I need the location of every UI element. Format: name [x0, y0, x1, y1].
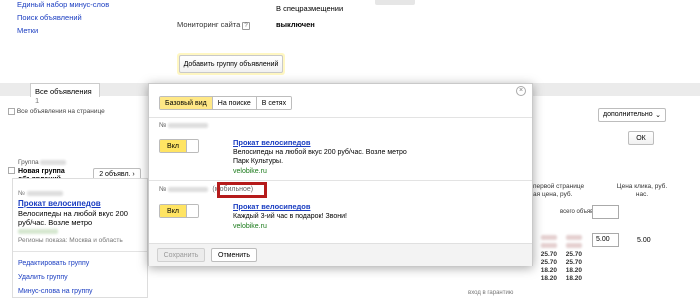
col-header-bid: Цена клика, руб. нас.	[612, 183, 672, 199]
card-num-prefix: №	[18, 190, 25, 197]
bid-b-2: 25.70	[565, 259, 582, 266]
bid-b-grey1	[562, 235, 582, 243]
card-num-redacted	[26, 190, 63, 196]
ads-preview-modal: × Базовый вид На поиске В сетях № Вкл Пр…	[148, 83, 533, 266]
bid-b-grey2	[562, 243, 582, 251]
ad1-number: №	[159, 122, 209, 129]
close-icon[interactable]: ×	[516, 86, 526, 96]
bid-b-3: 18.20	[565, 267, 582, 274]
select-all-label: Все объявления на странице	[16, 108, 105, 116]
top-right-button[interactable]	[375, 0, 415, 5]
tab-in-networks[interactable]: В сетях	[256, 97, 292, 109]
ok-button[interactable]: ОК	[628, 131, 654, 145]
ad2-url: velobike.ru	[233, 223, 267, 230]
bid-a-1: 25.70	[540, 251, 557, 258]
card-ad-text: Велосипеды на любой вкус 200 руб/час. Во…	[18, 209, 128, 227]
placement-text: В спецразмещении	[276, 4, 344, 13]
monitoring-label-text: Мониторинг сайта	[177, 20, 241, 29]
modal-divider-mid	[149, 180, 532, 181]
monitoring-label: Мониторинг сайта ?	[177, 20, 250, 30]
ad1-toggle-on: Вкл	[160, 140, 186, 152]
group-label: Группа	[18, 159, 39, 166]
ad2-toggle-on: Вкл	[160, 205, 186, 217]
edit-group-link[interactable]: Редактировать группу	[18, 260, 89, 267]
ad2-number-prefix: №	[159, 186, 167, 193]
group-row	[8, 167, 15, 174]
bid-b-4: 18.20	[565, 275, 582, 282]
col-header-position: первой странице ая цена, руб.	[533, 183, 599, 199]
bid-a-3: 18.20	[540, 267, 557, 274]
more-dropdown-label: дополнительно	[603, 111, 653, 118]
card-divider	[13, 251, 147, 252]
card-ad-title[interactable]: Прокат велосипедов	[18, 199, 101, 208]
col-header-bid-line1: Цена клика, руб.	[616, 183, 668, 190]
add-group-highlight: Добавить группу объявлений	[177, 53, 285, 75]
bid-b-1: 25.70	[565, 251, 582, 258]
ad2-title[interactable]: Прокат велосипедов	[233, 202, 311, 211]
ad-bid-input[interactable]: 5.00	[592, 233, 619, 247]
card-num: №	[18, 190, 63, 197]
ad2-toggle[interactable]: Вкл	[159, 204, 199, 218]
ad2-text: Каждый 3-ий час в подарок! Звони!	[233, 213, 347, 220]
col-header-position-line2: ая цена, руб.	[533, 191, 573, 198]
link-search-ads[interactable]: Поиск объявлений	[17, 13, 82, 22]
group-id-redacted	[40, 159, 67, 165]
bottom-guarantee-text: вход в гарантию	[468, 290, 514, 296]
save-button[interactable]: Сохранить	[157, 248, 205, 262]
monitoring-value: выключен	[276, 20, 315, 29]
ad1-number-redacted	[168, 122, 209, 128]
tab-all-ads-count: 1	[35, 96, 40, 105]
group-label-row: Группа	[18, 159, 67, 166]
card-regions: Регионы показа: Москва и область	[18, 237, 123, 244]
select-all-row[interactable]: Все объявления на странице	[8, 108, 105, 115]
group-minus-words-link[interactable]: Минус-слова на группу	[18, 288, 93, 295]
modal-footer: Сохранить Отменить	[149, 243, 532, 266]
ad1-text: Велосипеды на любой вкус 200 руб/час. Во…	[233, 149, 407, 165]
ad2-number-redacted	[168, 186, 209, 192]
add-group-button[interactable]: Добавить группу объявлений	[179, 55, 283, 73]
bids-col-b: 25.70 25.70 18.20 18.20	[562, 235, 582, 283]
select-all-checkbox[interactable]	[8, 108, 15, 115]
bids-col-a: 25.70 25.70 18.20 18.20	[537, 235, 557, 283]
ad1-toggle[interactable]: Вкл	[159, 139, 199, 153]
bid-a-grey2	[537, 243, 557, 251]
bid-a-2: 25.70	[540, 259, 557, 266]
ad-bid-value: 5.00	[637, 237, 651, 244]
cancel-button[interactable]: Отменить	[211, 248, 257, 262]
more-dropdown[interactable]: дополнительно ⌄	[598, 108, 666, 122]
help-icon[interactable]: ?	[242, 22, 250, 30]
ad1-title[interactable]: Прокат велосипедов	[233, 138, 311, 147]
view-tabs: Базовый вид На поиске В сетях	[159, 96, 293, 110]
link-labels[interactable]: Метки	[17, 26, 38, 35]
ad2-toggle-off	[186, 205, 198, 217]
tab-all-ads[interactable]: Все объявления 1	[30, 83, 100, 105]
tab-all-ads-label: Все объявления	[35, 87, 92, 96]
bid-a-grey1	[537, 235, 557, 243]
mobile-highlight-box	[217, 182, 267, 198]
col-header-bid-line2: нас.	[635, 191, 649, 198]
group-card: № Прокат велосипедов Велосипеды на любой…	[12, 178, 148, 298]
ad1-toggle-off	[186, 140, 198, 152]
all-ads-bid-input[interactable]	[592, 205, 619, 219]
link-minus-words[interactable]: Единый набор минус-слов	[17, 0, 109, 9]
col-header-position-line1: первой странице	[533, 183, 585, 190]
modal-divider-top	[149, 117, 532, 118]
card-url-redacted	[18, 227, 58, 236]
group-checkbox[interactable]	[8, 167, 15, 174]
tab-on-search[interactable]: На поиске	[212, 97, 257, 109]
ad1-number-prefix: №	[159, 122, 167, 129]
chevron-down-icon: ⌄	[655, 112, 661, 119]
bid-a-4: 18.20	[540, 275, 557, 282]
tab-basic-view[interactable]: Базовый вид	[160, 97, 213, 109]
ad1-url: velobike.ru	[233, 168, 267, 175]
delete-group-link[interactable]: Удалить группу	[18, 274, 68, 281]
